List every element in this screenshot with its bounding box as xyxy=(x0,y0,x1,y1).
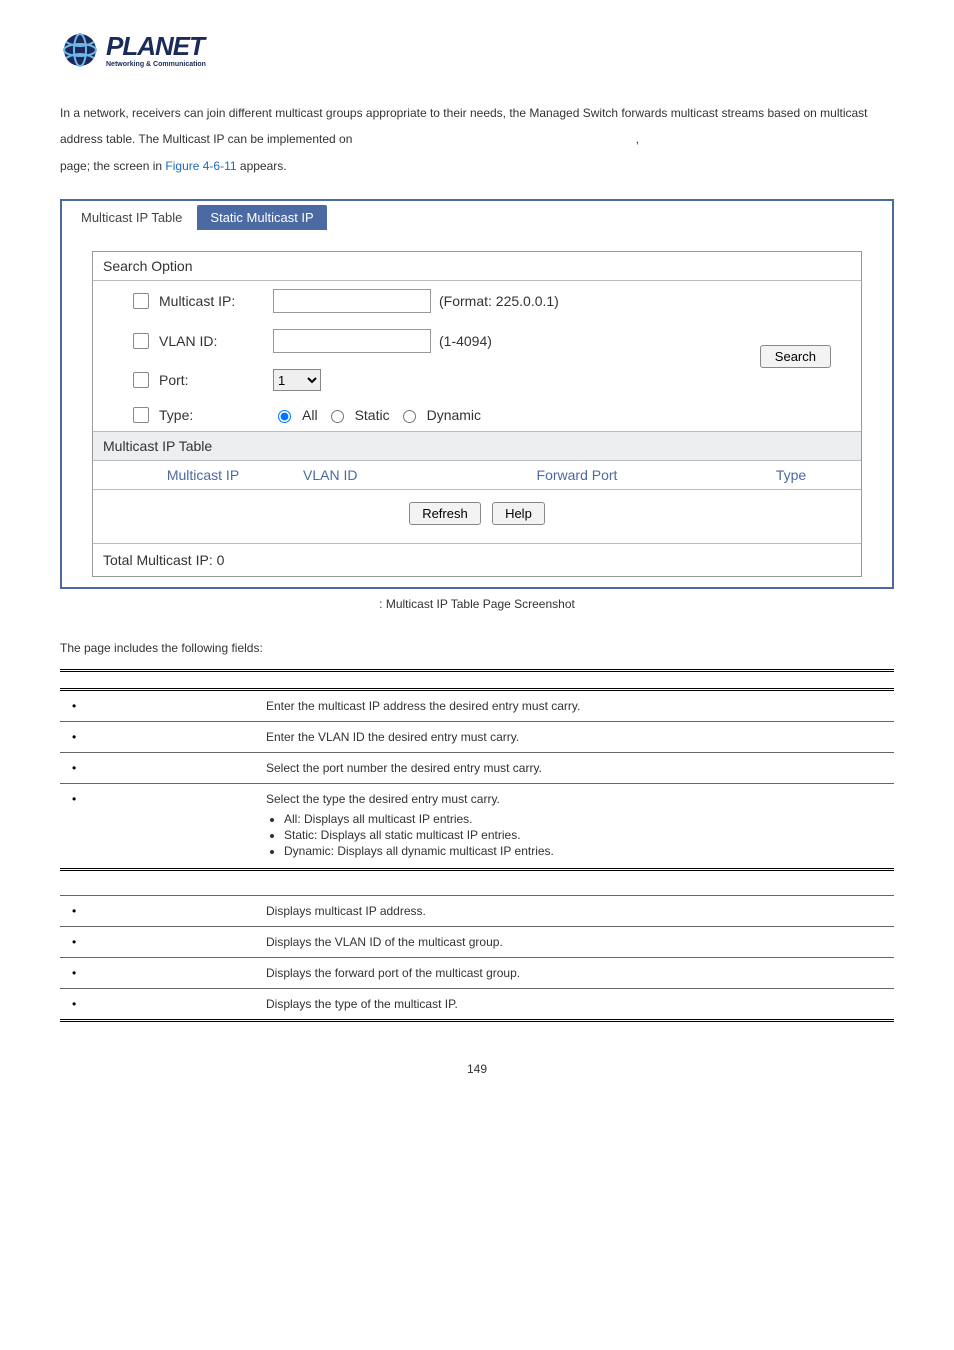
radio-label-dynamic: Dynamic xyxy=(427,407,481,423)
intro-line1a: In a network, receivers can join differe… xyxy=(60,106,718,120)
t2-r1-desc: Displays multicast IP address. xyxy=(254,896,894,927)
intro-comma: , xyxy=(636,132,639,146)
label-type: Type: xyxy=(159,407,193,423)
radio-type-all[interactable] xyxy=(278,410,291,423)
th-multicast-ip: Multicast IP xyxy=(103,467,303,483)
label-port: Port: xyxy=(159,372,189,388)
figure-ref: Figure 4-6-11 xyxy=(165,159,236,173)
input-vlan-id[interactable] xyxy=(273,329,431,353)
t1-head-desc xyxy=(254,671,894,690)
refresh-button[interactable]: Refresh xyxy=(409,502,481,525)
content-box: Search Option Multicast IP: (Format: 225… xyxy=(92,251,862,577)
multicast-panel: Multicast IP Table Static Multicast IP S… xyxy=(60,199,894,589)
fields-table-2: Displays multicast IP address. Displays … xyxy=(60,895,894,1022)
t2-r4-obj xyxy=(60,989,254,1021)
t2-r4-desc: Displays the type of the multicast IP. xyxy=(254,989,894,1021)
input-multicast-ip[interactable] xyxy=(273,289,431,313)
page-number: 149 xyxy=(60,1062,894,1076)
intro-paragraph: In a network, receivers can join differe… xyxy=(60,100,894,179)
t1-r1-obj xyxy=(60,690,254,722)
t1-r4-desc: Select the type the desired entry must c… xyxy=(266,792,500,806)
globe-icon xyxy=(60,30,100,70)
table-row: Select the type the desired entry must c… xyxy=(60,784,894,870)
t2-r1-obj xyxy=(60,896,254,927)
help-button[interactable]: Help xyxy=(492,502,545,525)
t2-r3-desc: Displays the forward port of the multica… xyxy=(254,958,894,989)
t1-r2-obj xyxy=(60,722,254,753)
fields-table-1: Enter the multicast IP address the desir… xyxy=(60,669,894,871)
multicast-ip-table-header: Multicast IP Table xyxy=(93,431,861,461)
t1-r3-obj xyxy=(60,753,254,784)
table-header-row: Multicast IP VLAN ID Forward Port Type xyxy=(93,461,861,490)
t1-r4-obj xyxy=(60,784,254,870)
brand-text: PLANET Networking & Communication xyxy=(106,33,206,68)
brand-main: PLANET xyxy=(106,33,206,59)
table-row: Select the port number the desired entry… xyxy=(60,753,894,784)
search-button[interactable]: Search xyxy=(760,345,831,368)
t1-head-object xyxy=(60,671,254,690)
label-vlan-id: VLAN ID: xyxy=(159,333,217,349)
table-row: Displays multicast IP address. xyxy=(60,896,894,927)
hint-vlan-id: (1-4094) xyxy=(439,333,492,349)
intro-line2b: appears. xyxy=(237,159,287,173)
th-type: Type xyxy=(731,467,851,483)
table-row: Displays the forward port of the multica… xyxy=(60,958,894,989)
table-row: Enter the VLAN ID the desired entry must… xyxy=(60,722,894,753)
t1-r2-desc: Enter the VLAN ID the desired entry must… xyxy=(254,722,894,753)
t2-r3-obj xyxy=(60,958,254,989)
tab-static-multicast-ip[interactable]: Static Multicast IP xyxy=(197,205,326,230)
checkbox-type[interactable] xyxy=(133,407,149,423)
th-vlan-id: VLAN ID xyxy=(303,467,423,483)
t1-r4-desc-cell: Select the type the desired entry must c… xyxy=(254,784,894,870)
t1-r4-b2: Static: Displays all static multicast IP… xyxy=(284,828,882,842)
t1-r3-desc: Select the port number the desired entry… xyxy=(254,753,894,784)
tab-multicast-ip-table[interactable]: Multicast IP Table xyxy=(68,205,195,230)
hint-multicast-ip: (Format: 225.0.0.1) xyxy=(439,293,559,309)
select-port[interactable]: 1 xyxy=(273,369,321,391)
t1-r4-b3: Dynamic: Displays all dynamic multicast … xyxy=(284,844,882,858)
checkbox-vlan-id[interactable] xyxy=(133,333,149,349)
checkbox-multicast-ip[interactable] xyxy=(133,293,149,309)
table-row: Displays the VLAN ID of the multicast gr… xyxy=(60,927,894,958)
brand-logo: PLANET Networking & Communication xyxy=(60,30,894,70)
tab-bar: Multicast IP Table Static Multicast IP xyxy=(62,201,892,231)
radio-label-all: All xyxy=(302,407,318,423)
search-area: Multicast IP: (Format: 225.0.0.1) VLAN I… xyxy=(93,281,861,431)
figure-caption: : Multicast IP Table Page Screenshot xyxy=(60,597,894,611)
t2-r2-desc: Displays the VLAN ID of the multicast gr… xyxy=(254,927,894,958)
t2-r2-obj xyxy=(60,927,254,958)
table-row: Enter the multicast IP address the desir… xyxy=(60,690,894,722)
intro-line2a: page; the screen in xyxy=(60,159,165,173)
radio-type-static[interactable] xyxy=(331,410,344,423)
search-option-header: Search Option xyxy=(93,252,861,281)
brand-sub: Networking & Communication xyxy=(106,61,206,68)
table-row: Displays the type of the multicast IP. xyxy=(60,989,894,1021)
radio-type-dynamic[interactable] xyxy=(403,410,416,423)
total-multicast-ip: Total Multicast IP: 0 xyxy=(93,543,861,576)
t1-r4-b1: All: Displays all multicast IP entries. xyxy=(284,812,882,826)
fields-intro: The page includes the following fields: xyxy=(60,641,894,655)
th-forward-port: Forward Port xyxy=(423,467,731,483)
label-multicast-ip: Multicast IP: xyxy=(159,293,235,309)
t1-r1-desc: Enter the multicast IP address the desir… xyxy=(254,690,894,722)
checkbox-port[interactable] xyxy=(133,372,149,388)
radio-label-static: Static xyxy=(355,407,390,423)
button-row: Refresh Help xyxy=(93,490,861,543)
